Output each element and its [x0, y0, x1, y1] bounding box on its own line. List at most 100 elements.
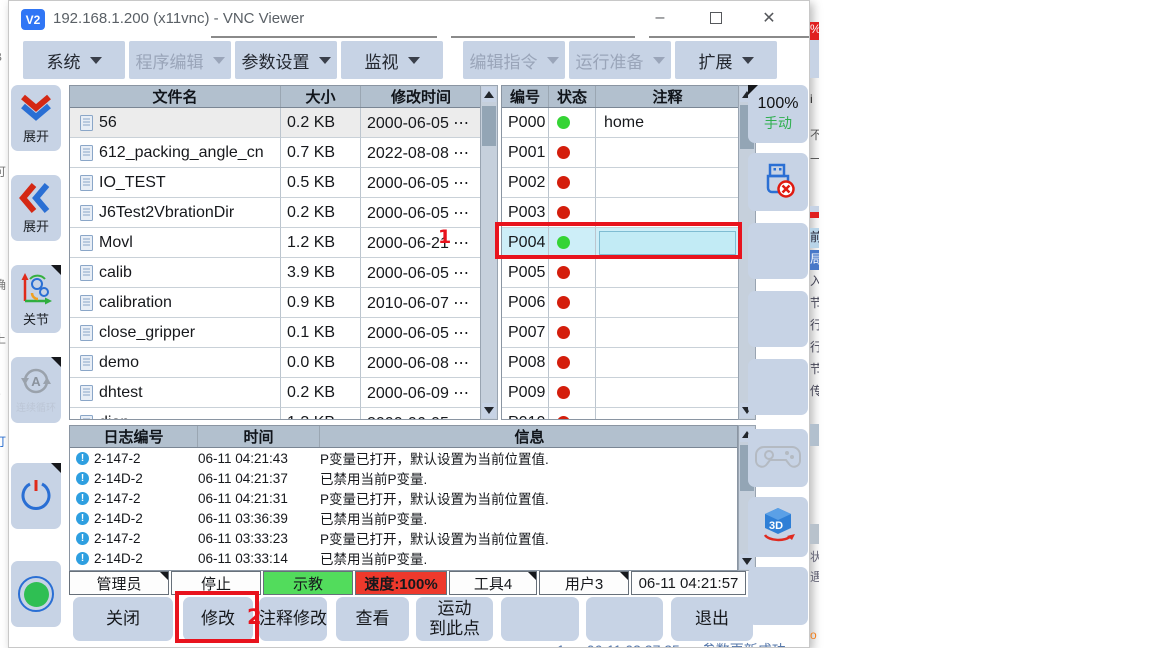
pvariable-status-cell: [549, 318, 596, 348]
column-header-status[interactable]: 状态: [549, 86, 596, 107]
log-row[interactable]: !2-147-206-11 04:21:31P变量已打开，默认设置为当前位置值.: [70, 488, 737, 508]
gamepad-button[interactable]: [748, 429, 808, 487]
file-row[interactable]: J6Test2VbrationDir0.2 KB2000-06-05 ⋯: [70, 198, 480, 228]
close-file-button[interactable]: 关闭: [73, 597, 173, 641]
log-row[interactable]: !2-147-206-11 03:33:23P变量已打开，默认设置为当前位置值.: [70, 528, 737, 548]
pvariable-comment: [596, 258, 739, 288]
pvariable-table-body: P000homeP001P002P003P004P005P006P007P008…: [502, 108, 738, 420]
file-row[interactable]: IO_TEST0.5 KB2000-06-05 ⋯: [70, 168, 480, 198]
status-clock: 06-11 04:21:57: [631, 571, 746, 595]
pvariable-row[interactable]: P002: [502, 168, 738, 198]
menu-run-prepare: 运行准备: [569, 41, 671, 79]
comment-modify-button[interactable]: 注释修改: [259, 597, 327, 641]
menu-extension[interactable]: 扩展: [675, 41, 777, 79]
status-dot-icon: [557, 326, 570, 339]
file-table-header: 文件名 大小 修改时间: [70, 86, 480, 108]
chevron-down-icon: [213, 57, 225, 64]
menu-monitor[interactable]: 监视: [341, 41, 443, 79]
chevron-down-icon: [547, 57, 559, 64]
log-row[interactable]: !2-147-206-11 04:21:43P变量已打开，默认设置为当前位置值.: [70, 448, 737, 468]
pvariable-id: P002: [502, 168, 549, 198]
log-row[interactable]: !2-14D-206-11 03:33:14已禁用当前P变量.: [70, 548, 737, 568]
speed-mode-button[interactable]: 100% 手动: [748, 85, 808, 143]
pvariable-row[interactable]: P010: [502, 408, 738, 420]
file-row[interactable]: demo0.0 KB2000-06-08 ⋯: [70, 348, 480, 378]
minimize-button[interactable]: –: [642, 3, 678, 33]
status-user-frame[interactable]: 用户3: [539, 571, 629, 595]
status-dot-icon: [557, 206, 570, 219]
file-modified: 2000-06-05 ⋯: [361, 168, 481, 198]
servo-enable-button[interactable]: [11, 561, 61, 627]
cube-3d-icon: 3D: [758, 505, 798, 550]
document-icon: [80, 265, 93, 281]
document-icon: [80, 295, 93, 311]
pvariable-row[interactable]: P008: [502, 348, 738, 378]
pvariable-row[interactable]: P006: [502, 288, 738, 318]
column-header-message[interactable]: 信息: [320, 426, 738, 447]
edge-glyph-fragment: B: [0, 50, 8, 64]
log-row[interactable]: !2-14D-206-11 03:36:39已禁用当前P变量.: [70, 508, 737, 528]
file-row[interactable]: calib3.9 KB2000-06-05 ⋯: [70, 258, 480, 288]
edge-band-fragment: [810, 40, 819, 78]
file-row[interactable]: Movl1.2 KB2000-06-21 ⋯: [70, 228, 480, 258]
joint-coordinate-button[interactable]: 关节: [11, 265, 61, 333]
edge-band-fragment: [810, 424, 819, 446]
menu-system[interactable]: 系统: [23, 41, 125, 79]
status-dot-icon: [557, 356, 570, 369]
log-message: 已禁用当前P变量.: [320, 508, 738, 528]
side-label: 展开: [23, 220, 49, 234]
view-3d-button[interactable]: 3D: [748, 497, 808, 557]
edge-glyph-fragment: 上: [0, 330, 8, 347]
column-header-log-id[interactable]: 日志编号: [70, 426, 198, 447]
manual-mode-label: 手动: [764, 113, 792, 133]
view-button[interactable]: 查看: [336, 597, 409, 641]
column-header-filename[interactable]: 文件名: [70, 86, 281, 107]
power-button[interactable]: [11, 463, 61, 529]
column-header-comment[interactable]: 注释: [596, 86, 739, 107]
status-mode-teach: 示教: [263, 571, 353, 595]
edge-glyph-fragment: 节: [810, 360, 819, 380]
scroll-up-button[interactable]: [482, 87, 496, 102]
file-row[interactable]: 560.2 KB2000-06-05 ⋯: [70, 108, 480, 138]
pvariable-row[interactable]: P001: [502, 138, 738, 168]
pvariable-row[interactable]: P009: [502, 378, 738, 408]
move-to-point-button[interactable]: 运动 到此点: [416, 597, 493, 641]
usb-button[interactable]: [748, 153, 808, 211]
empty-panel-button: [748, 291, 808, 347]
column-header-id[interactable]: 编号: [502, 86, 549, 107]
column-header-size[interactable]: 大小: [281, 86, 361, 107]
column-header-modified[interactable]: 修改时间: [361, 86, 481, 107]
chevron-down-icon: [653, 57, 665, 64]
pvariable-row[interactable]: P005: [502, 258, 738, 288]
maximize-button[interactable]: [698, 3, 734, 33]
file-row[interactable]: calibration0.9 KB2010-06-07 ⋯: [70, 288, 480, 318]
file-row[interactable]: close_gripper0.1 KB2000-06-05 ⋯: [70, 318, 480, 348]
menu-parameter-settings[interactable]: 参数设置: [235, 41, 337, 79]
status-tool[interactable]: 工具4: [449, 571, 537, 595]
document-icon: [80, 355, 93, 371]
file-size: 1.2 KB: [281, 228, 361, 258]
file-name: IO_TEST: [99, 174, 166, 192]
file-row[interactable]: dian1.3 KB2000-06-05 ⋯: [70, 408, 480, 420]
close-button[interactable]: ✕: [751, 3, 787, 33]
file-name: dhtest: [99, 384, 143, 402]
status-speed[interactable]: 速度:100%: [355, 571, 447, 595]
pvariable-row[interactable]: P000home: [502, 108, 738, 138]
pvariable-row[interactable]: P007: [502, 318, 738, 348]
status-role[interactable]: 管理员: [69, 571, 169, 595]
file-row[interactable]: 612_packing_angle_cn0.7 KB2022-08-08 ⋯: [70, 138, 480, 168]
status-dot-icon: [557, 386, 570, 399]
file-row[interactable]: dhtest0.2 KB2000-06-09 ⋯: [70, 378, 480, 408]
scrollbar-thumb[interactable]: [482, 106, 496, 146]
exit-button[interactable]: 退出: [671, 597, 753, 641]
file-modified: 2000-06-05 ⋯: [361, 408, 481, 420]
expand-left-button[interactable]: 展开: [11, 175, 61, 241]
scroll-down-button[interactable]: [482, 403, 496, 418]
log-row[interactable]: !2-14D-206-11 04:21:37已禁用当前P变量.: [70, 468, 737, 488]
annotation-box-1: [495, 222, 742, 259]
expand-down-button[interactable]: 展开: [11, 85, 61, 151]
log-message: P变量已打开，默认设置为当前位置值.: [320, 528, 738, 548]
file-name: 612_packing_angle_cn: [99, 144, 264, 162]
column-header-time[interactable]: 时间: [198, 426, 320, 447]
file-modified: 2010-06-07 ⋯: [361, 288, 481, 318]
